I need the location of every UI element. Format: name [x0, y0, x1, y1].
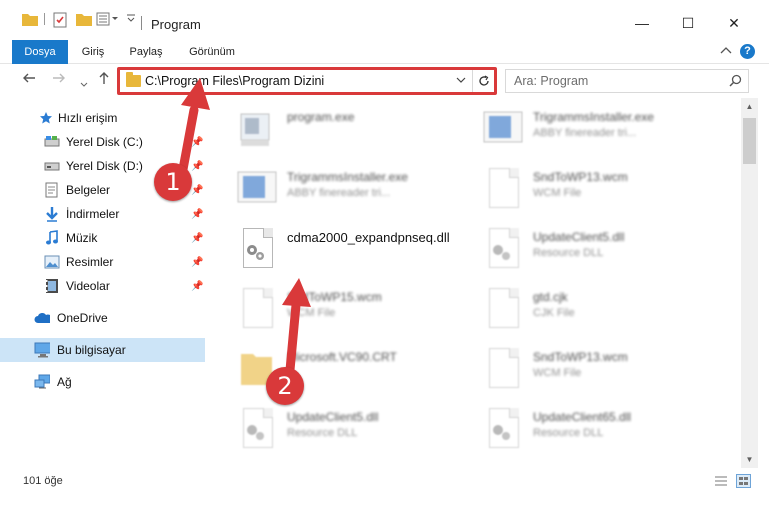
step-2-badge: 2 — [266, 367, 304, 405]
annotation-arrows — [176, 78, 311, 375]
arrow-2 — [285, 300, 301, 375]
step-1-badge: 1 — [154, 163, 192, 201]
arrow-2-head — [282, 278, 311, 307]
arrow-1-head — [181, 78, 210, 110]
